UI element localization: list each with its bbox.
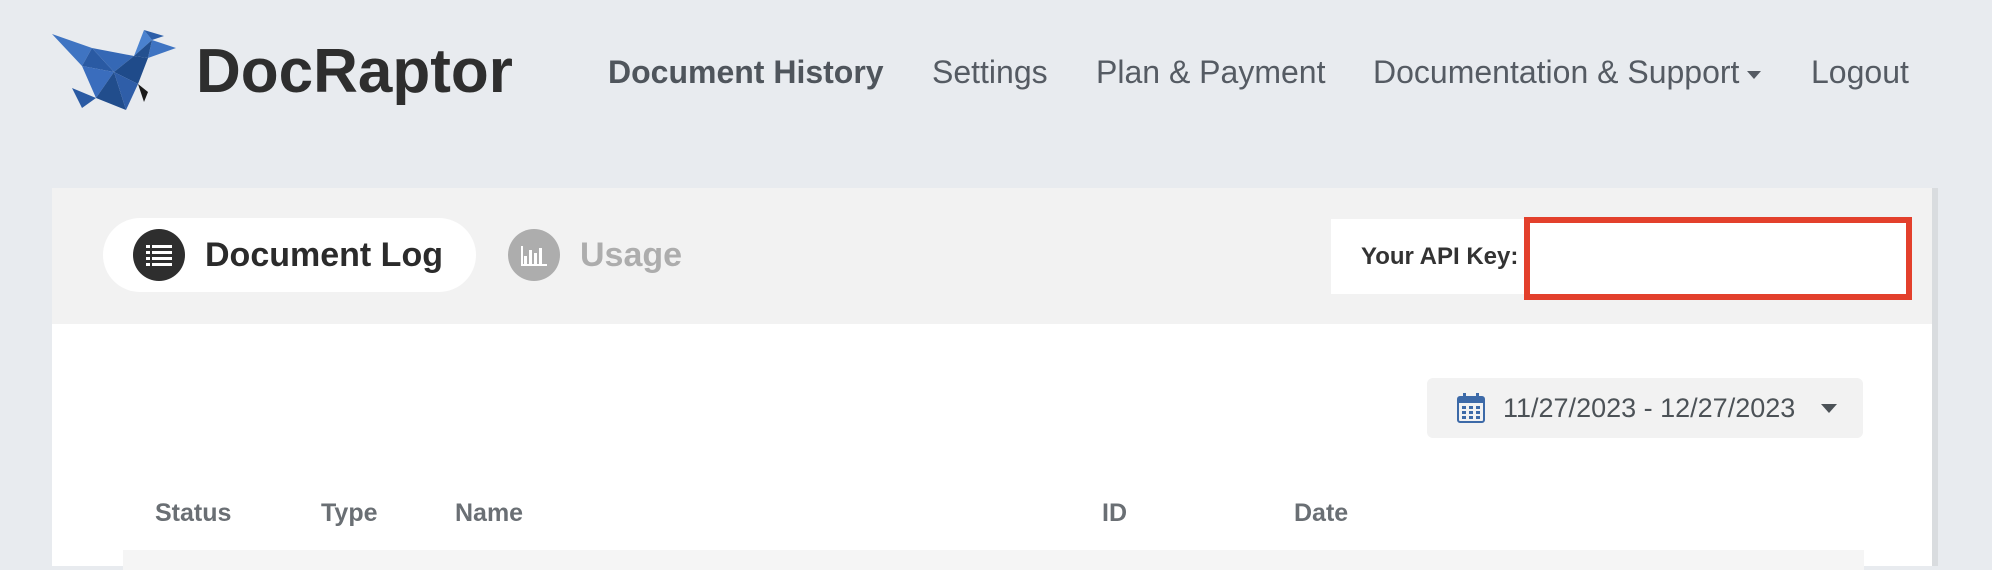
chevron-down-icon xyxy=(1747,70,1762,79)
date-range-value: 11/27/2023 - 12/27/2023 xyxy=(1503,392,1796,423)
nav-settings[interactable]: Settings xyxy=(932,54,1048,91)
tab-usage-label: Usage xyxy=(580,235,683,274)
main-nav: Document History Settings Plan & Payment… xyxy=(0,54,1992,98)
column-header-id[interactable]: ID xyxy=(1102,499,1127,528)
main-panel: Document Log Usage Your API Key: 11/27/2… xyxy=(52,188,1938,570)
bar-chart-icon xyxy=(508,229,560,281)
date-range-picker[interactable]: 11/27/2023 - 12/27/2023 xyxy=(1427,378,1863,438)
chevron-down-icon xyxy=(1821,403,1838,413)
nav-document-history[interactable]: Document History xyxy=(608,54,884,91)
tab-document-log[interactable]: Document Log xyxy=(103,218,476,292)
column-header-type[interactable]: Type xyxy=(321,499,378,528)
api-key-box: Your API Key: xyxy=(1331,217,1912,300)
column-header-date[interactable]: Date xyxy=(1294,499,1348,528)
top-header: DocRaptor Document History Settings Plan… xyxy=(0,0,1992,150)
list-icon xyxy=(133,229,185,281)
column-header-name[interactable]: Name xyxy=(455,499,523,528)
panel-toolbar: Document Log Usage Your API Key: xyxy=(52,188,1932,324)
table-row[interactable] xyxy=(123,550,1864,570)
tab-document-log-label: Document Log xyxy=(205,235,443,274)
nav-documentation-support-label: Documentation & Support xyxy=(1373,54,1740,90)
nav-documentation-support[interactable]: Documentation & Support xyxy=(1373,54,1762,91)
nav-logout[interactable]: Logout xyxy=(1811,54,1909,91)
api-key-field[interactable] xyxy=(1524,217,1912,300)
nav-plan-payment[interactable]: Plan & Payment xyxy=(1096,54,1325,91)
api-key-label: Your API Key: xyxy=(1361,242,1519,270)
calendar-icon xyxy=(1457,393,1485,423)
column-header-status[interactable]: Status xyxy=(155,499,231,528)
tab-usage[interactable]: Usage xyxy=(508,218,682,292)
